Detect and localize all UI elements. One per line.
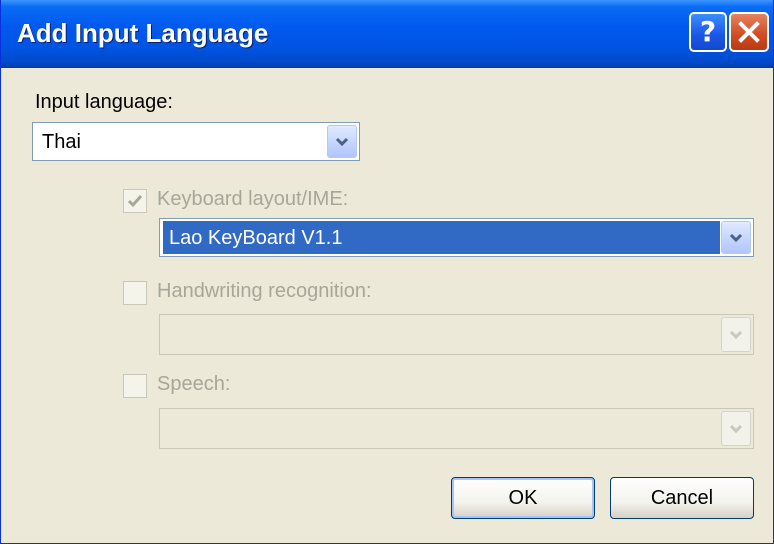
speech-combobox[interactable] (159, 408, 754, 449)
add-input-language-dialog: Add Input Language ? Input language: Tha… (0, 0, 774, 544)
handwriting-recognition-label: Handwriting recognition: (157, 280, 372, 302)
checkmark-icon (127, 195, 143, 208)
keyboard-layout-dropdown-button[interactable] (721, 221, 751, 254)
chevron-down-icon (335, 137, 349, 146)
cancel-button[interactable]: Cancel (610, 477, 754, 519)
speech-label: Speech: (157, 373, 231, 395)
keyboard-layout-combobox[interactable]: Lao KeyBoard V1.1 (159, 218, 754, 257)
keyboard-layout-label: Keyboard layout/IME: (157, 188, 349, 210)
chevron-down-icon (729, 233, 743, 242)
window-title: Add Input Language (17, 18, 269, 48)
input-language-value: Thai (42, 131, 81, 153)
keyboard-layout-value: Lao KeyBoard V1.1 (163, 221, 720, 254)
ok-button[interactable]: OK (451, 477, 595, 519)
help-icon: ? (699, 15, 717, 48)
input-language-combobox[interactable]: Thai (32, 122, 360, 161)
handwriting-recognition-combobox[interactable] (159, 314, 754, 355)
help-button[interactable]: ? (689, 12, 727, 52)
input-language-label: Input language: (35, 91, 173, 113)
speech-dropdown-button[interactable] (721, 411, 751, 446)
title-bar[interactable]: Add Input Language ? (1, 0, 773, 68)
chevron-down-icon (729, 424, 743, 433)
chevron-down-icon (729, 330, 743, 339)
handwriting-recognition-dropdown-button[interactable] (721, 317, 751, 352)
handwriting-recognition-checkbox[interactable] (123, 281, 147, 305)
input-language-dropdown-button[interactable] (327, 125, 357, 158)
close-icon (738, 21, 760, 43)
close-button[interactable] (729, 12, 769, 52)
keyboard-layout-checkbox[interactable] (123, 189, 147, 213)
speech-checkbox[interactable] (123, 374, 147, 398)
